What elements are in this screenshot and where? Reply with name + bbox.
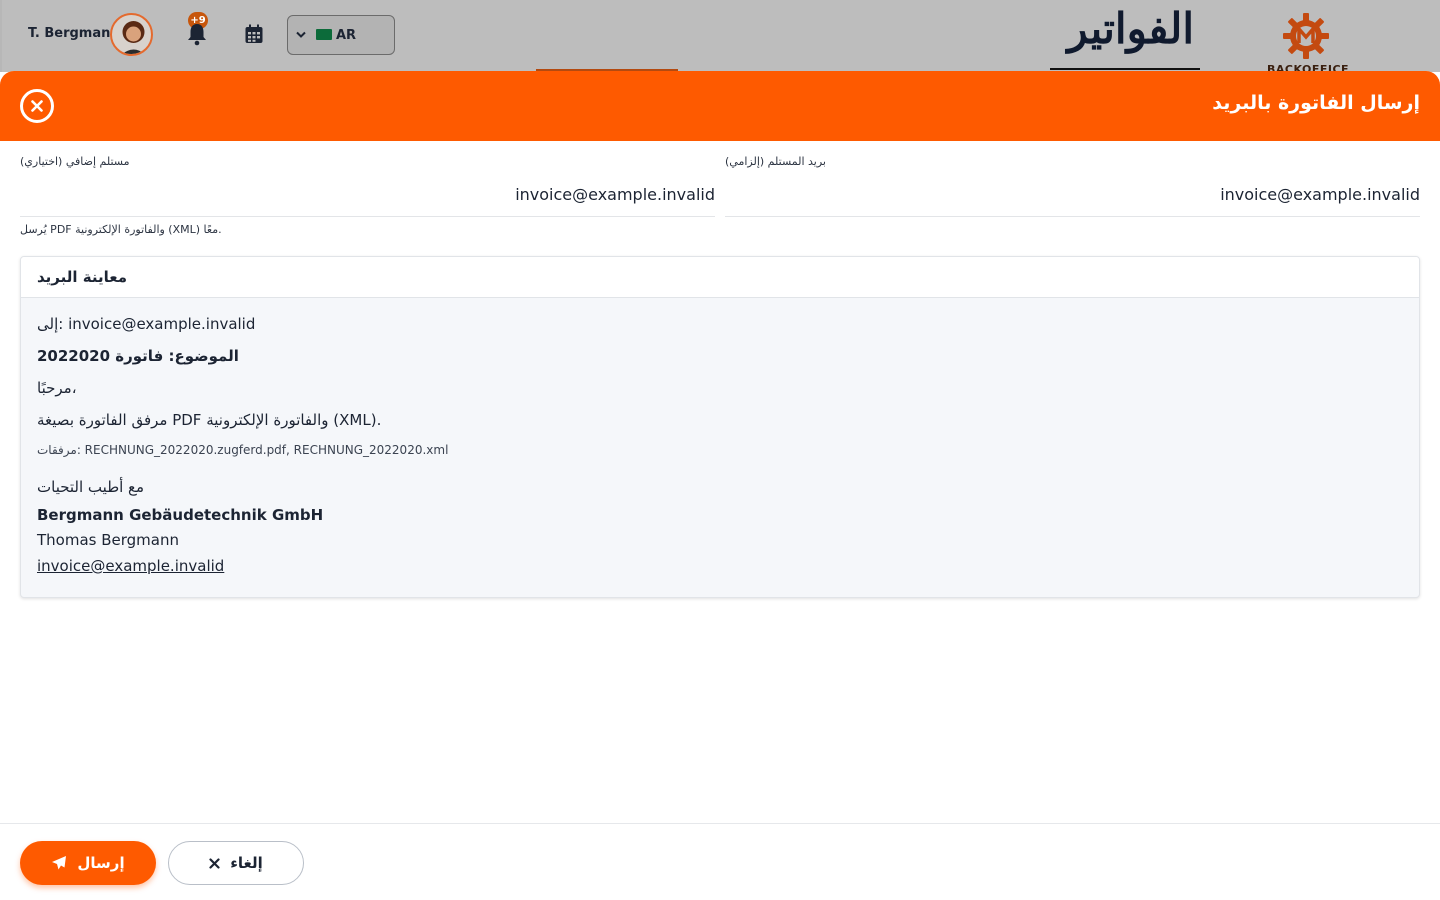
notification-badge: +9: [188, 12, 208, 29]
language-code: AR: [336, 27, 357, 43]
app-header: T. Bergmann +9 AR الفواتير BACKOFFICE: [0, 0, 1440, 72]
preview-attachments: مرفقات: RECHNUNG_2022020.zugferd.pdf, RE…: [37, 443, 449, 457]
close-icon: [209, 857, 220, 869]
additional-recipient-input[interactable]: [20, 181, 715, 207]
preview-regards: مع أطيب التحيات: [37, 478, 145, 496]
modal-footer: إرسال إلغاء: [0, 823, 1440, 900]
modal-title: إرسال الفاتورة بالبريد: [1212, 92, 1420, 114]
preview-person: Thomas Bergmann: [37, 531, 179, 549]
send-button[interactable]: إرسال: [20, 841, 156, 885]
send-invoice-modal: إرسال الفاتورة بالبريد مستلم إضافي (اختي…: [0, 71, 1440, 900]
preview-greeting: مرحبًا،: [37, 379, 77, 397]
email-preview-title: معاينة البريد: [37, 268, 127, 286]
user-avatar[interactable]: [110, 13, 153, 56]
page-title: الفواتير: [1067, 4, 1194, 53]
preview-email-link[interactable]: invoice@example.invalid: [37, 557, 224, 575]
close-icon: [31, 100, 43, 112]
backoffice-logo-icon[interactable]: [1282, 12, 1330, 60]
recipient-email-field: بريد المستلم (إلزامي): [725, 153, 1420, 217]
cancel-button-label: إلغاء: [230, 854, 263, 872]
modal-header: إرسال الفاتورة بالبريد: [0, 71, 1440, 141]
additional-recipient-field: مستلم إضافي (اختياري): [20, 153, 715, 217]
preview-company: Bergmann Gebäudetechnik GmbH: [37, 506, 324, 524]
calendar-icon[interactable]: [244, 24, 264, 44]
title-underline: [1050, 68, 1200, 70]
recipient-email-label: بريد المستلم (إلزامي): [725, 155, 826, 168]
email-preview: معاينة البريد إلى: invoice@example.inval…: [20, 256, 1420, 598]
paper-plane-icon: [52, 856, 67, 870]
preview-subject: الموضوع: فاتورة 2022020: [37, 347, 239, 365]
recipient-email-input[interactable]: [725, 181, 1420, 207]
attachment-hint: يُرسل PDF والفاتورة الإلكترونية (XML) مع…: [20, 223, 222, 236]
preview-to: إلى: invoice@example.invalid: [37, 315, 256, 333]
bell-icon[interactable]: [186, 20, 208, 46]
send-button-label: إرسال: [77, 854, 125, 872]
additional-recipient-label: مستلم إضافي (اختياري): [20, 155, 130, 168]
language-select[interactable]: AR: [287, 15, 395, 55]
preview-body: مرفق الفاتورة بصيغة PDF والفاتورة الإلكت…: [37, 411, 382, 429]
email-preview-header: معاينة البريد: [21, 257, 1419, 298]
flag-icon: [316, 28, 332, 40]
user-name[interactable]: T. Bergmann: [28, 26, 120, 41]
cancel-button[interactable]: إلغاء: [168, 841, 304, 885]
close-button[interactable]: [20, 89, 54, 123]
chevron-down-icon: [296, 31, 306, 38]
